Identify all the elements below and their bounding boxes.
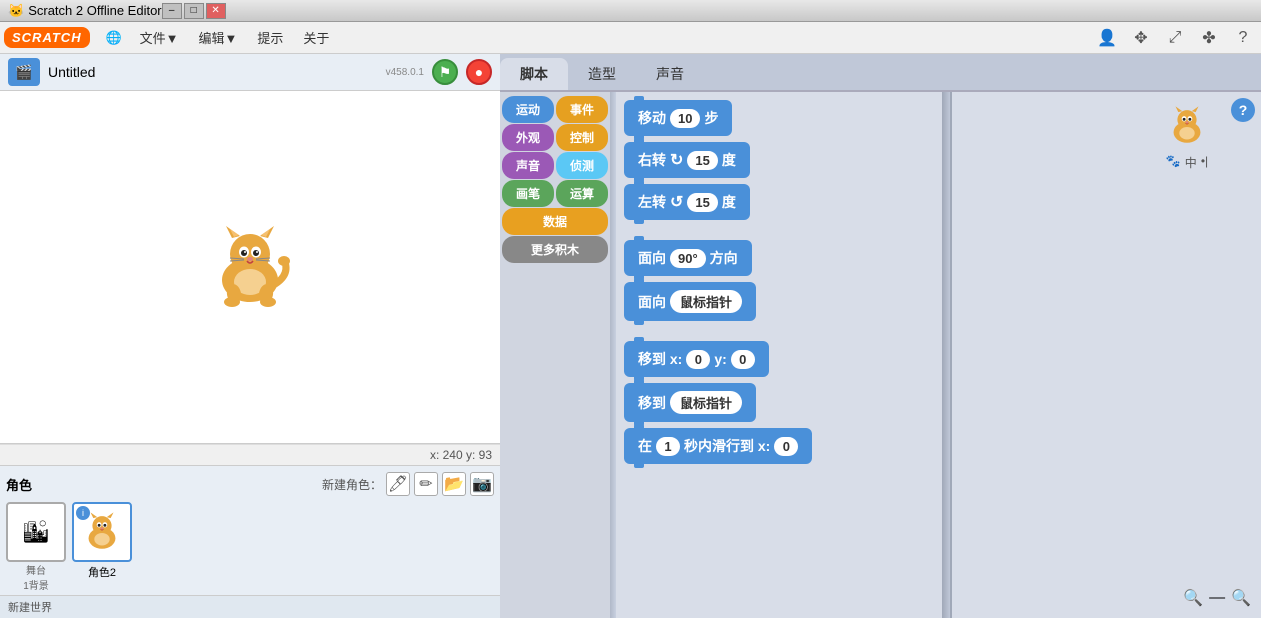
category-looks[interactable]: 外观 [502, 124, 554, 151]
category-data[interactable]: 数据 [502, 208, 608, 235]
sprite-dot-icon[interactable]: •| [1201, 154, 1208, 171]
sprites-panel: 角色 新建角色： 🖊 ✏ 📂 📷 🏙 舞台 1背景 [0, 465, 500, 595]
load-sprite-button[interactable]: 📂 [442, 472, 466, 496]
scripts-body: 运动 事件 外观 控制 声音 侦测 画笔 运算 数据 [500, 92, 1261, 618]
menubar: SCRATCH 🌐 文件▼ 编辑▼ 提示 关于 👤 ✥ ⤢ ✤ ? [0, 22, 1261, 54]
script-workspace[interactable]: ? [950, 92, 1261, 618]
new-sprite-label: 新建角色： [322, 476, 382, 493]
maximize-button[interactable]: □ [184, 3, 204, 19]
zoom-in-icon[interactable]: 🔍 [1231, 588, 1251, 608]
workspace-cat-icon [1163, 102, 1211, 150]
stage-info: 1背景 [23, 577, 49, 592]
category-pen[interactable]: 画笔 [502, 180, 554, 207]
block-goto-xy[interactable]: 移到 x: 0 y: 0 [624, 341, 769, 377]
block-glide[interactable]: 在 1 秒内滑行到 x: 0 [624, 428, 812, 464]
stage-title: Untitled [48, 64, 378, 80]
sprites-list: 🏙 舞台 1背景 i [6, 502, 494, 592]
question-icon[interactable]: ? [1229, 24, 1257, 52]
resize-icon[interactable]: ⤢ [1161, 24, 1189, 52]
block-spacer-2 [624, 327, 934, 335]
category-event[interactable]: 事件 [556, 96, 608, 123]
block-turn-right[interactable]: 右转 ↻ 15 度 [624, 142, 750, 178]
category-sense[interactable]: 侦测 [556, 152, 608, 179]
new-sprite-area: 新建角色： 🖊 ✏ 📂 📷 [322, 472, 494, 496]
scratch-logo: SCRATCH [4, 27, 90, 48]
sprites-header: 角色 新建角色： 🖊 ✏ 📂 📷 [6, 472, 494, 496]
scripts-tabs: 脚本 造型 声音 [500, 54, 1261, 92]
block-move[interactable]: 移动 10 步 [624, 100, 732, 136]
stage-sprite-item: 🏙 舞台 1背景 [6, 502, 66, 592]
stage-coords: x: 240 y: 93 [0, 444, 500, 465]
window-controls: – □ ✕ [162, 3, 226, 19]
title-text: Scratch 2 Offline Editor [28, 3, 161, 18]
bottom-bar: 新建世界 [0, 595, 500, 618]
cat-thumbnail[interactable]: i [72, 502, 132, 562]
toolbar-icons: 👤 ✥ ⤢ ✤ ? [1093, 24, 1257, 52]
main-area: 🎬 Untitled v458.0.1 ⚑ ● [0, 54, 1261, 618]
globe-icon[interactable]: 🌐 [100, 24, 128, 52]
tab-script[interactable]: 脚本 [500, 58, 568, 90]
category-operator[interactable]: 运算 [556, 180, 608, 207]
person-icon[interactable]: 👤 [1093, 24, 1121, 52]
block-face-mouse[interactable]: 面向 鼠标指针 [624, 282, 756, 321]
zoom-out-icon[interactable]: 🔍 [1183, 588, 1203, 608]
block-goto-mouse[interactable]: 移到 鼠标指针 [624, 383, 756, 422]
stop-button[interactable]: ● [466, 59, 492, 85]
minimize-button[interactable]: – [162, 3, 182, 19]
vertical-divider [610, 92, 616, 618]
rotate-icon[interactable]: ✤ [1195, 24, 1223, 52]
version-label: v458.0.1 [386, 67, 424, 78]
file-menu[interactable]: 文件▼ [132, 26, 187, 49]
move-icon[interactable]: ✥ [1127, 24, 1155, 52]
category-motion[interactable]: 运动 [502, 96, 554, 123]
sprite-badge: i [76, 506, 90, 520]
title-icon: 🐱 [8, 3, 24, 19]
titlebar: 🐱 Scratch 2 Offline Editor – □ ✕ [0, 0, 1261, 22]
workspace-divider [942, 92, 950, 618]
blocks-area: 移动 10 步 右转 ↻ 15 度 左转 ↺ 15 度 [616, 92, 942, 618]
stage-title-icon: 🎬 [8, 58, 40, 86]
help-button[interactable]: ? [1231, 98, 1255, 122]
stage-header: 🎬 Untitled v458.0.1 ⚑ ● [0, 54, 500, 91]
block-spacer-1 [624, 226, 934, 234]
category-more[interactable]: 更多积木 [502, 236, 608, 263]
tips-menu[interactable]: 提示 [249, 26, 291, 49]
sprite-size-label: 中 [1185, 154, 1197, 171]
sprite-paw-icon[interactable]: 🐾 [1166, 154, 1181, 171]
category-sound[interactable]: 声音 [502, 152, 554, 179]
camera-sprite-button[interactable]: 📷 [470, 472, 494, 496]
zoom-reset-icon[interactable]: — [1209, 589, 1225, 607]
edit-menu[interactable]: 编辑▼ [190, 26, 245, 49]
scripts-panel: 脚本 造型 声音 运动 事件 外观 控制 声音 侦测 画笔 [500, 54, 1261, 618]
block-categories: 运动 事件 外观 控制 声音 侦测 画笔 运算 数据 [500, 92, 610, 618]
draw-sprite-button[interactable]: ✏ [414, 472, 438, 496]
workspace-sprite-controls: 🐾 中 •| [1166, 154, 1208, 171]
stage-area: 🎬 Untitled v458.0.1 ⚑ ● [0, 54, 500, 618]
stage-thumbnail[interactable]: 🏙 [6, 502, 66, 562]
stage-canvas[interactable] [0, 91, 500, 444]
block-turn-left[interactable]: 左转 ↺ 15 度 [624, 184, 750, 220]
block-face-direction[interactable]: 面向 90° 方向 [624, 240, 752, 276]
workspace-sprite-preview: 🐾 中 •| [1163, 102, 1211, 171]
sprite-name: 角色2 [88, 564, 116, 580]
green-flag-button[interactable]: ⚑ [432, 59, 458, 85]
cat-sprite [200, 222, 300, 312]
cat-sprite-item: i [72, 502, 132, 592]
stage-name: 舞台 [26, 562, 46, 577]
tab-sound[interactable]: 声音 [636, 58, 704, 90]
zoom-controls: 🔍 — 🔍 [1183, 588, 1251, 608]
sprites-label: 角色 [6, 475, 32, 494]
tab-costume[interactable]: 造型 [568, 58, 636, 90]
help-menu[interactable]: 关于 [295, 26, 337, 49]
category-control[interactable]: 控制 [556, 124, 608, 151]
paint-sprite-button[interactable]: 🖊 [386, 472, 410, 496]
close-button[interactable]: ✕ [206, 3, 226, 19]
